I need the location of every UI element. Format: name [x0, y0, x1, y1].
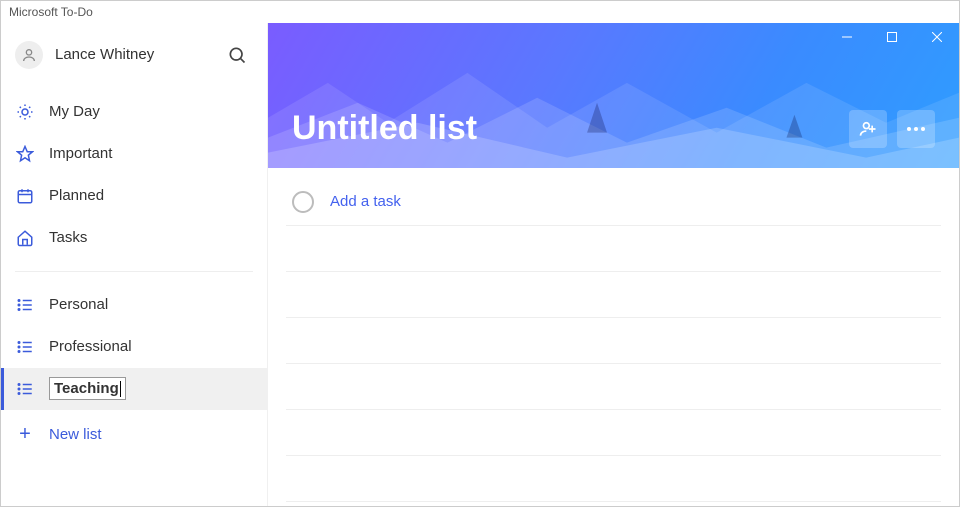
main-pane: Untitled list	[268, 23, 959, 506]
avatar-icon	[15, 41, 43, 69]
window-close-button[interactable]	[914, 23, 959, 51]
add-task-row[interactable]: Add a task	[286, 178, 941, 226]
task-row-placeholder	[286, 272, 941, 318]
sidebar: Lance Whitney My Day	[1, 23, 268, 506]
window-controls	[824, 23, 959, 51]
user-lists: Personal Professional	[1, 280, 267, 414]
sidebar-item-planned[interactable]: Planned	[1, 175, 267, 217]
sidebar-list-personal[interactable]: Personal	[1, 284, 267, 326]
task-row-placeholder	[286, 364, 941, 410]
profile-row: Lance Whitney	[1, 23, 267, 87]
window-minimize-button[interactable]	[824, 23, 869, 51]
sun-icon	[15, 102, 35, 122]
star-icon	[15, 144, 35, 164]
sidebar-item-label: My Day	[49, 103, 100, 120]
sidebar-list-professional[interactable]: Professional	[1, 326, 267, 368]
list-header: Untitled list	[268, 23, 959, 169]
sidebar-list-editing[interactable]: Teaching	[1, 368, 267, 410]
task-area: Add a task	[268, 168, 959, 506]
profile-name[interactable]: Lance Whitney	[55, 46, 209, 63]
new-list-button[interactable]: + New list	[1, 414, 267, 456]
new-list-label: New list	[49, 426, 102, 443]
task-row-placeholder	[286, 226, 941, 272]
sidebar-item-label: Professional	[49, 338, 132, 355]
share-list-button[interactable]	[849, 110, 887, 148]
task-row-placeholder	[286, 456, 941, 502]
window-maximize-button[interactable]	[869, 23, 914, 51]
smart-lists: My Day Important	[1, 87, 267, 263]
list-icon	[15, 295, 35, 315]
sidebar-item-label: Planned	[49, 187, 104, 204]
sidebar-item-tasks[interactable]: Tasks	[1, 217, 267, 259]
app-body: Lance Whitney My Day	[1, 23, 959, 506]
app-window: Microsoft To-Do Lance Whitney	[0, 0, 960, 507]
sidebar-item-important[interactable]: Important	[1, 133, 267, 175]
sidebar-divider	[15, 271, 253, 272]
task-row-placeholder	[286, 318, 941, 364]
list-icon	[15, 379, 35, 399]
list-rename-input[interactable]: Teaching	[49, 377, 126, 400]
search-button[interactable]	[221, 39, 253, 71]
sidebar-item-myday[interactable]: My Day	[1, 91, 267, 133]
list-options-button[interactable]	[897, 110, 935, 148]
list-title[interactable]: Untitled list	[292, 109, 849, 148]
calendar-icon	[15, 186, 35, 206]
title-bar: Microsoft To-Do	[1, 1, 959, 23]
plus-icon: +	[15, 425, 35, 445]
app-title: Microsoft To-Do	[9, 5, 93, 19]
sidebar-item-label: Tasks	[49, 229, 87, 246]
task-radio-icon	[292, 191, 314, 213]
add-task-placeholder: Add a task	[330, 193, 401, 210]
header-actions	[849, 110, 935, 148]
sidebar-item-label: Important	[49, 145, 112, 162]
sidebar-item-label: Personal	[49, 296, 108, 313]
list-icon	[15, 337, 35, 357]
home-icon	[15, 228, 35, 248]
task-row-placeholder	[286, 410, 941, 456]
